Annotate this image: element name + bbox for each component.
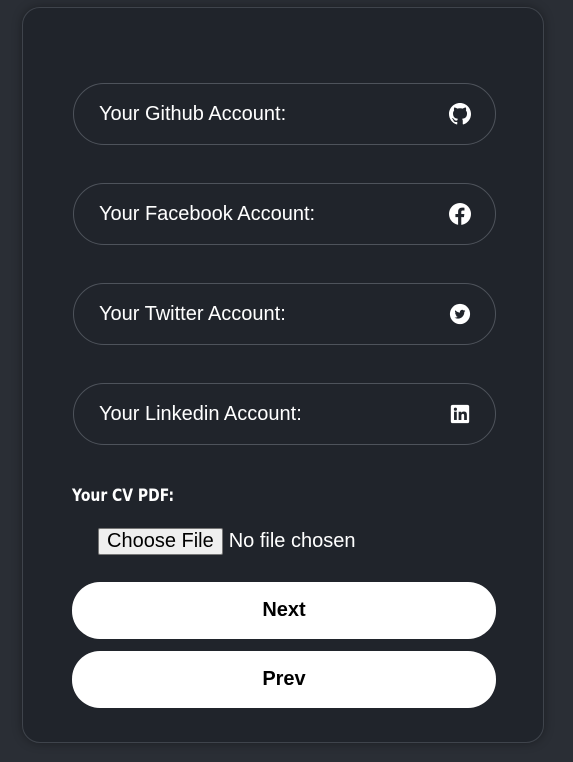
twitter-field-label: Your Twitter Account: (99, 302, 286, 325)
twitter-field[interactable]: Your Twitter Account: (73, 283, 496, 345)
cv-file-input: Choose File No file chosen (98, 528, 355, 555)
file-status-text: No file chosen (228, 530, 356, 552)
prev-button[interactable]: Prev (72, 651, 496, 708)
linkedin-field-label: Your Linkedin Account: (99, 402, 302, 425)
twitter-icon (449, 303, 471, 325)
linkedin-icon (449, 403, 471, 425)
form-card: Your Github Account: Your Facebook Accou… (22, 7, 544, 743)
github-icon (449, 103, 471, 125)
cv-label: Your CV PDF: (72, 486, 175, 506)
github-field[interactable]: Your Github Account: (73, 83, 496, 145)
github-field-label: Your Github Account: (99, 102, 287, 125)
facebook-field[interactable]: Your Facebook Account: (73, 183, 496, 245)
choose-file-button[interactable]: Choose File (98, 528, 223, 555)
linkedin-field[interactable]: Your Linkedin Account: (73, 383, 496, 445)
facebook-icon (449, 203, 471, 225)
facebook-field-label: Your Facebook Account: (99, 202, 316, 225)
next-button[interactable]: Next (72, 582, 496, 639)
